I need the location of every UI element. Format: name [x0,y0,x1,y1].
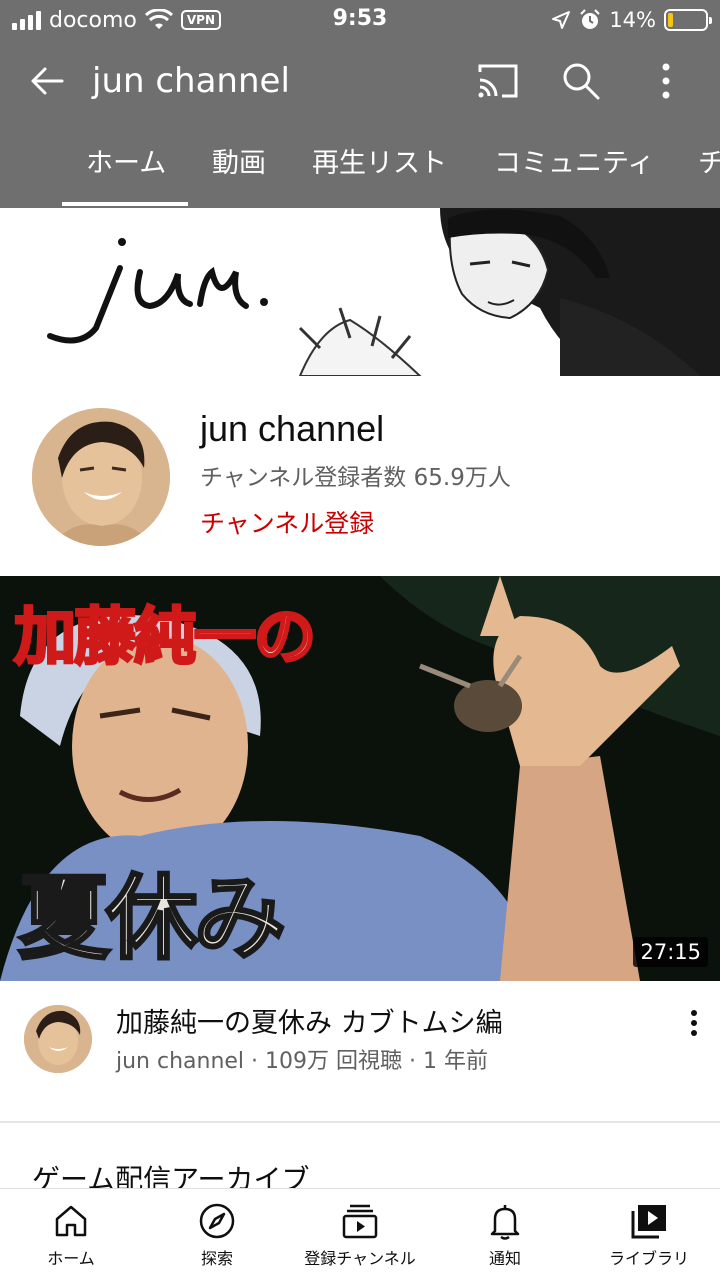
bottom-navigation: ホーム 探索 登録チャンネル 通知 ライブラリ [0,1188,720,1280]
location-icon [552,11,571,29]
cast-icon[interactable] [474,60,520,102]
video-title[interactable]: 加藤純一の夏休み カブトムシ編 [116,1001,503,1040]
alarm-icon [580,9,601,29]
status-right: 14% [551,6,712,34]
library-icon [631,1205,666,1239]
channel-avatar[interactable] [32,408,170,546]
tab-community[interactable]: コミュニティ [494,122,654,208]
video-duration: 27:15 [633,937,708,967]
tab-playlists[interactable]: 再生リスト [312,122,447,208]
page-title: jun channel [92,61,290,101]
nav-library-label: ライブラリ [608,1249,689,1268]
nav-notifications[interactable]: 通知 [454,1189,556,1280]
tab-home[interactable]: ホーム [86,122,166,208]
subscriptions-icon [342,1204,378,1239]
battery-icon [664,9,712,31]
nav-home-label: ホーム [47,1249,95,1268]
tab-channels[interactable]: チ [698,122,720,208]
nav-explore-label: 探索 [200,1249,233,1268]
nav-explore[interactable]: 探索 [166,1189,268,1280]
nav-subscriptions-label: 登録チャンネル [304,1249,416,1268]
app-header: jun channel [0,40,720,122]
video-info[interactable]: 加藤純一の夏休み カブトムシ編 jun channel · 109万 回視聴 ·… [0,981,720,1121]
home-icon [55,1205,87,1237]
search-icon[interactable] [558,58,604,104]
video-thumbnail[interactable]: 加藤純一の 夏休み 27:15 [0,576,720,981]
subscribe-button[interactable]: チャンネル登録 [200,504,374,540]
back-arrow-icon[interactable] [24,58,70,104]
banner-art [0,208,720,376]
battery-level [668,13,674,27]
channel-name: jun channel [200,408,385,449]
video-menu-icon[interactable] [682,1007,706,1043]
tab-indicator [62,202,188,206]
section-divider [0,1121,720,1123]
channel-banner [0,208,720,376]
channel-tabs: ホーム 動画 再生リスト コミュニティ チ [0,122,720,208]
tab-videos[interactable]: 動画 [212,122,266,208]
status-bar: docomo VPN 9:53 14% [0,0,720,40]
channel-header: jun channel チャンネル登録者数 65.9万人 チャンネル登録 [0,376,720,574]
bell-icon [490,1205,520,1240]
nav-library[interactable]: ライブラリ [594,1189,704,1280]
more-vert-icon[interactable] [646,58,686,104]
video-channel-avatar[interactable] [24,1005,92,1073]
nav-subscriptions[interactable]: 登録チャンネル [292,1189,428,1280]
thumbnail-text-bottom: 夏休み [16,864,287,974]
thumbnail-text-top: 加藤純一の [12,599,317,675]
explore-icon [199,1203,235,1239]
nav-home[interactable]: ホーム [20,1189,122,1280]
battery-percent: 14% [609,8,656,32]
video-metadata: jun channel · 109万 回視聴 · 1 年前 [116,1049,488,1074]
nav-notifications-label: 通知 [488,1249,521,1268]
subscriber-count: チャンネル登録者数 65.9万人 [200,465,511,491]
